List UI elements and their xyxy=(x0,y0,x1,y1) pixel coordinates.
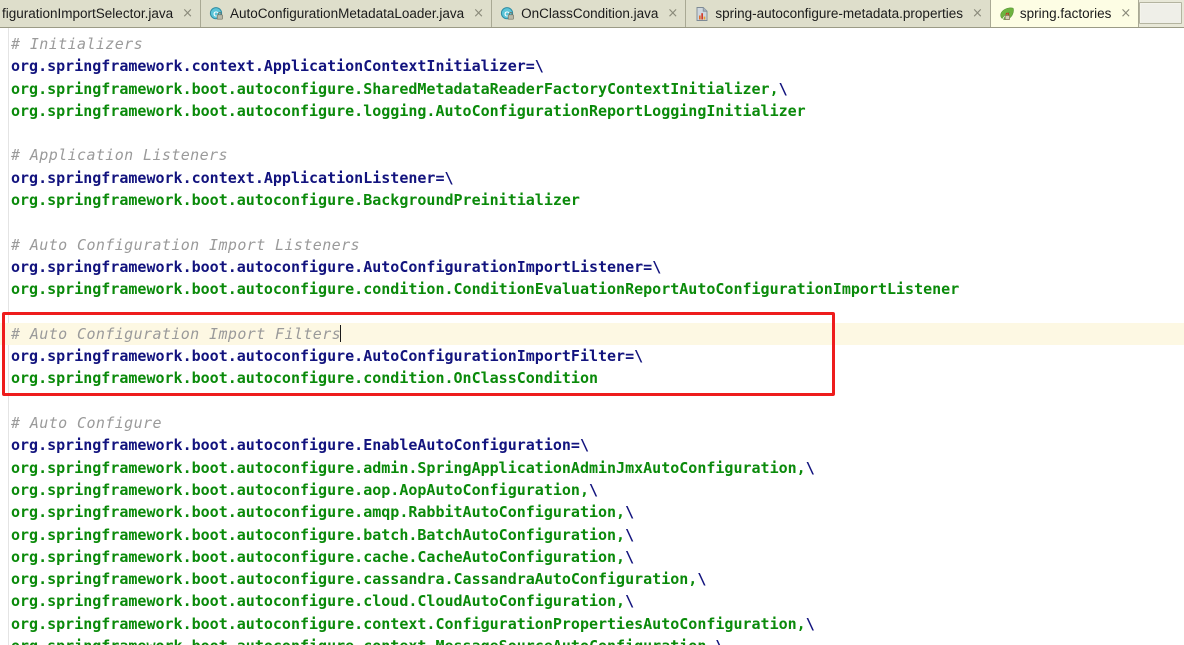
code-comment: # Auto Configure xyxy=(11,414,162,433)
code-line-blank[interactable] xyxy=(0,390,1184,412)
tab-label: AutoConfigurationMetadataLoader.java xyxy=(230,5,465,21)
line-continuation-backslash: \ xyxy=(444,168,454,187)
property-value: org.springframework.boot.autoconfigure.a… xyxy=(11,503,626,522)
property-value: org.springframework.boot.autoconfigure.c… xyxy=(11,280,960,299)
code-line[interactable]: org.springframework.boot.autoconfigure.c… xyxy=(0,278,1184,300)
code-line[interactable]: org.springframework.context.ApplicationC… xyxy=(0,55,1184,77)
code-comment: # Application Listeners xyxy=(11,146,228,165)
property-value: org.springframework.boot.autoconfigure.c… xyxy=(11,614,806,633)
tab-close-icon[interactable]: × xyxy=(473,7,484,20)
property-equals-sign: = xyxy=(625,347,635,366)
property-value: org.springframework.boot.autoconfigure.S… xyxy=(11,79,779,98)
property-equals-sign: = xyxy=(525,57,535,76)
code-line[interactable]: org.springframework.boot.autoconfigure.A… xyxy=(0,345,1184,367)
editor-tab-onclasscondition-java[interactable]: C OnClassCondition.java × xyxy=(492,0,687,27)
code-comment: # Auto Configuration Import Filters xyxy=(11,324,342,343)
code-line[interactable]: org.springframework.boot.autoconfigure.B… xyxy=(0,189,1184,211)
property-value: org.springframework.boot.autoconfigure.a… xyxy=(11,480,589,499)
code-editor[interactable]: # Initializers org.springframework.contex… xyxy=(0,28,1184,645)
property-value: org.springframework.boot.autoconfigure.c… xyxy=(11,570,698,589)
java-class-icon: C xyxy=(209,6,223,20)
tab-label: figurationImportSelector.java xyxy=(2,5,174,21)
editor-tab-figurationimportselector-java[interactable]: figurationImportSelector.java × xyxy=(0,0,201,27)
code-comment: # Auto Configuration Import Listeners xyxy=(11,235,360,254)
code-line[interactable]: # Initializers xyxy=(0,33,1184,55)
code-line[interactable]: org.springframework.boot.autoconfigure.c… xyxy=(0,367,1184,389)
property-value: org.springframework.boot.autoconfigure.a… xyxy=(11,458,806,477)
property-value: org.springframework.boot.autoconfigure.c… xyxy=(11,592,626,611)
code-line[interactable]: org.springframework.boot.autoconfigure.a… xyxy=(0,457,1184,479)
tab-close-icon[interactable]: × xyxy=(1120,7,1131,20)
tab-label: OnClassCondition.java xyxy=(521,5,659,21)
tab-close-icon[interactable]: × xyxy=(182,7,193,20)
editor-tab-autoconfigurationmetadataloader-java[interactable]: C AutoConfigurationMetadataLoader.java × xyxy=(201,0,493,27)
code-comment: # Initializers xyxy=(11,35,144,53)
code-line[interactable]: org.springframework.boot.autoconfigure.E… xyxy=(0,434,1184,456)
property-value: org.springframework.boot.autoconfigure.c… xyxy=(11,369,598,388)
property-key: org.springframework.context.ApplicationL… xyxy=(11,168,436,187)
line-continuation-backslash: \ xyxy=(697,570,707,589)
property-value: org.springframework.boot.autoconfigure.B… xyxy=(11,191,580,210)
tab-label: spring.factories xyxy=(1019,5,1112,21)
spring-leaf-icon xyxy=(1000,7,1014,20)
code-line[interactable]: org.springframework.boot.autoconfigure.S… xyxy=(0,78,1184,100)
tab-bar-empty-area xyxy=(1139,2,1182,24)
code-line[interactable]: org.springframework.boot.autoconfigure.a… xyxy=(0,479,1184,501)
code-line-blank[interactable] xyxy=(0,301,1184,323)
code-line-blank[interactable] xyxy=(0,211,1184,233)
line-continuation-backslash: \ xyxy=(625,503,635,522)
code-line[interactable]: org.springframework.boot.autoconfigure.A… xyxy=(0,256,1184,278)
property-key: org.springframework.boot.autoconfigure.A… xyxy=(11,257,644,276)
tab-close-icon[interactable]: × xyxy=(667,7,678,20)
line-continuation-backslash: \ xyxy=(805,614,815,633)
property-key: org.springframework.context.ApplicationC… xyxy=(11,57,526,76)
editor-tab-spring-autoconfigure-metadata-properties[interactable]: spring-autoconfigure-metadata.properties… xyxy=(686,0,991,27)
property-value: org.springframework.boot.autoconfigure.c… xyxy=(11,547,626,566)
line-continuation-backslash: \ xyxy=(715,637,724,645)
line-continuation-backslash: \ xyxy=(625,525,635,544)
property-value: org.springframework.boot.autoconfigure.b… xyxy=(11,525,626,544)
text-caret xyxy=(340,324,342,342)
java-class-icon: C xyxy=(500,6,514,20)
property-key: org.springframework.boot.autoconfigure.E… xyxy=(11,436,571,455)
code-line[interactable]: org.springframework.boot.autoconfigure.c… xyxy=(0,590,1184,612)
line-continuation-backslash: \ xyxy=(634,347,644,366)
line-continuation-backslash: \ xyxy=(652,257,662,276)
code-line[interactable]: org.springframework.boot.autoconfigure.c… xyxy=(0,613,1184,635)
code-line[interactable]: # Application Listeners xyxy=(0,144,1184,166)
property-key: org.springframework.boot.autoconfigure.A… xyxy=(11,347,626,366)
code-line[interactable]: org.springframework.boot.autoconfigure.c… xyxy=(0,635,1184,645)
line-continuation-backslash: \ xyxy=(588,480,598,499)
property-equals-sign: = xyxy=(570,436,580,455)
line-continuation-backslash: \ xyxy=(805,458,815,477)
property-equals-sign: = xyxy=(643,257,653,276)
code-line[interactable]: org.springframework.boot.autoconfigure.c… xyxy=(0,546,1184,568)
code-line[interactable]: org.springframework.boot.autoconfigure.a… xyxy=(0,501,1184,523)
code-line-blank[interactable] xyxy=(0,122,1184,144)
tab-label: spring-autoconfigure-metadata.properties xyxy=(715,5,963,21)
property-value: org.springframework.boot.autoconfigure.l… xyxy=(11,101,806,120)
line-continuation-backslash: \ xyxy=(625,547,635,566)
code-line[interactable]: # Auto Configure xyxy=(0,412,1184,434)
property-value: org.springframework.boot.autoconfigure.c… xyxy=(11,637,715,645)
tab-close-icon[interactable]: × xyxy=(972,7,983,20)
code-line[interactable]: # Auto Configuration Import Listeners xyxy=(0,234,1184,256)
code-line[interactable]: # Auto Configuration Import Filters xyxy=(0,322,1184,346)
line-continuation-backslash: \ xyxy=(534,57,544,76)
properties-file-icon xyxy=(696,6,708,21)
line-continuation-backslash: \ xyxy=(625,592,635,611)
code-line[interactable]: org.springframework.boot.autoconfigure.c… xyxy=(0,568,1184,590)
code-line[interactable]: org.springframework.context.ApplicationL… xyxy=(0,167,1184,189)
line-continuation-backslash: \ xyxy=(778,79,788,98)
editor-tab-bar: figurationImportSelector.java × C AutoConfi… xyxy=(0,0,1184,28)
line-continuation-backslash: \ xyxy=(579,436,589,455)
code-line[interactable]: org.springframework.boot.autoconfigure.b… xyxy=(0,524,1184,546)
editor-tab-spring-factories[interactable]: spring.factories × xyxy=(990,0,1140,27)
code-line[interactable]: org.springframework.boot.autoconfigure.l… xyxy=(0,100,1184,122)
editor-code-area[interactable]: # Initializers org.springframework.contex… xyxy=(0,28,1184,645)
